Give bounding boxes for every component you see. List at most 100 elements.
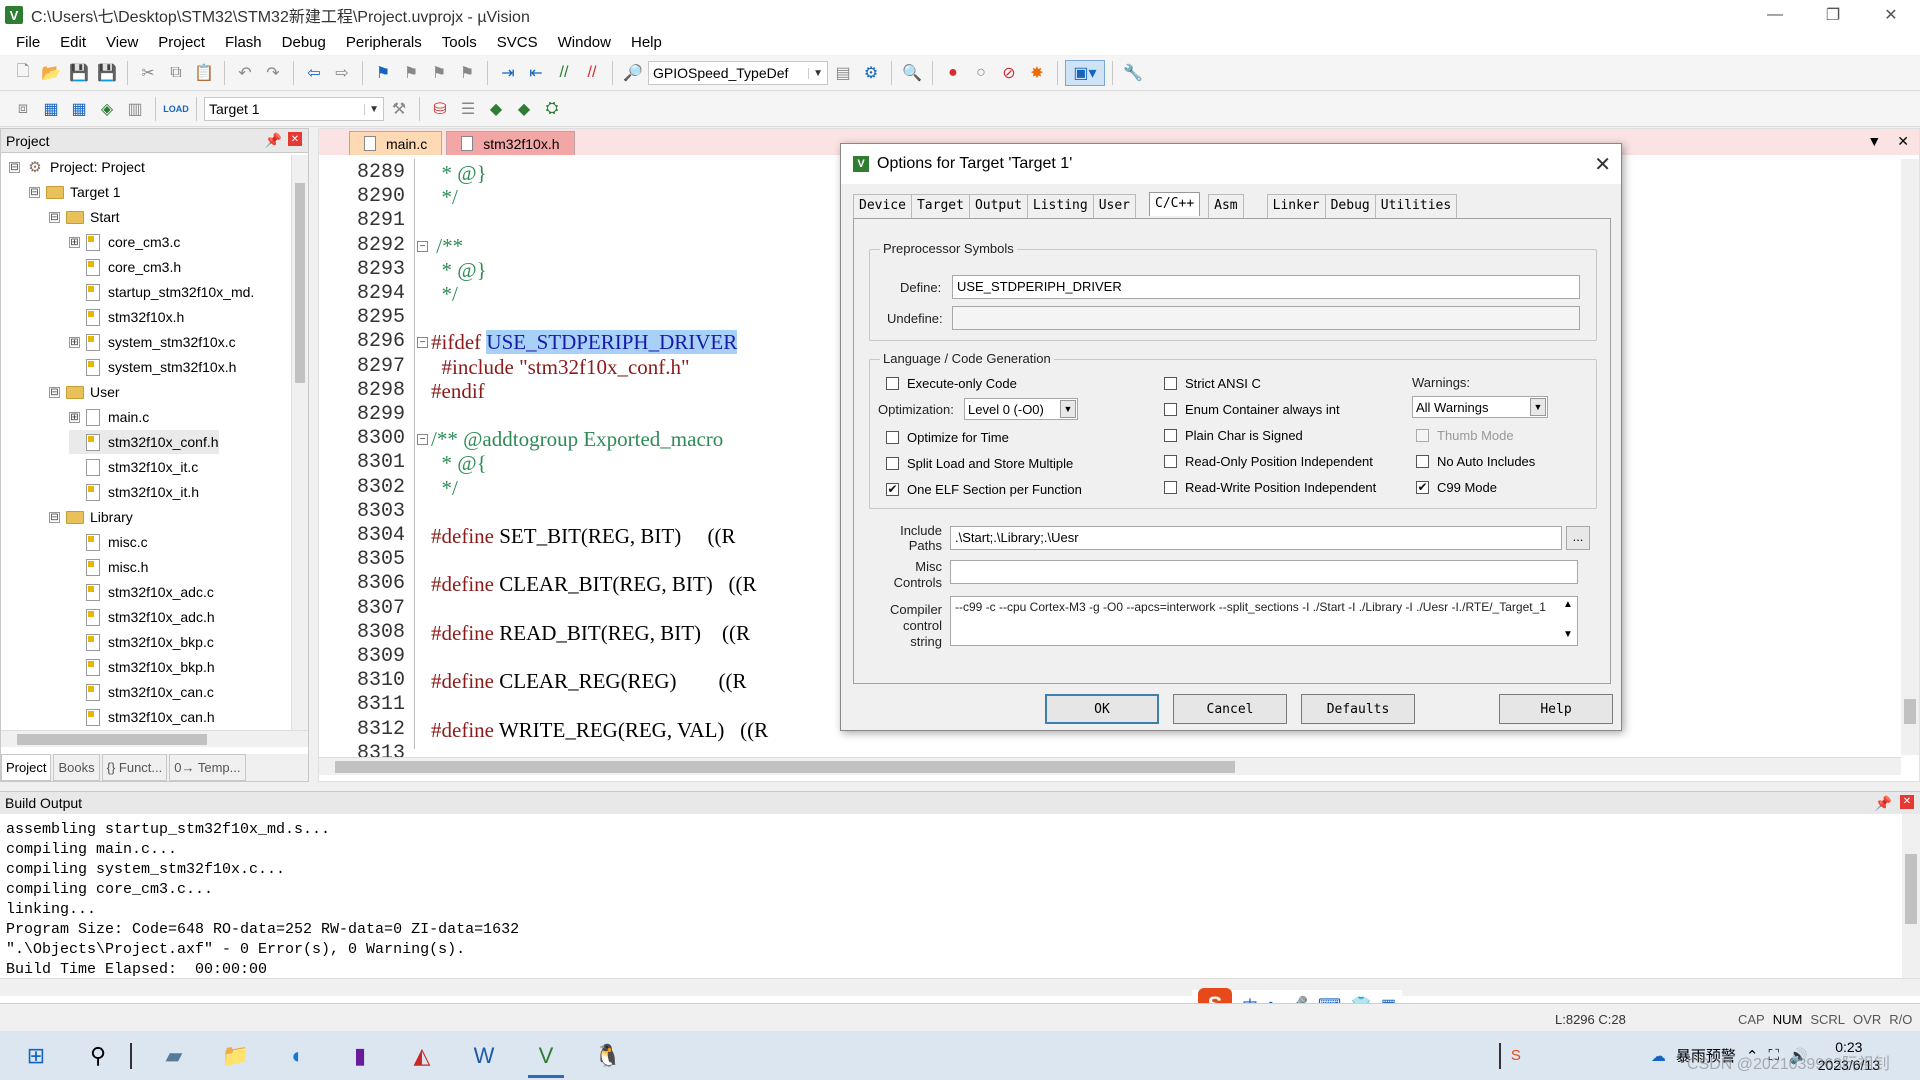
checkbox-strict-ansi[interactable]: Strict ANSI C bbox=[1164, 376, 1261, 391]
collapse-icon[interactable]: − bbox=[417, 240, 428, 252]
uvision-taskbar-icon[interactable]: V bbox=[520, 1033, 572, 1078]
enable-breakpoint-icon[interactable]: ○ bbox=[968, 60, 994, 86]
checkbox-split-load-store[interactable]: Split Load and Store Multiple bbox=[886, 456, 1073, 471]
close-window-button[interactable]: ✕ bbox=[1862, 0, 1920, 30]
tab-device[interactable]: Device bbox=[853, 194, 912, 218]
checkbox-box[interactable] bbox=[886, 377, 899, 390]
undo-icon[interactable]: ↶ bbox=[232, 60, 258, 86]
tree-item[interactable]: stm32f10x_bkp.c bbox=[69, 630, 214, 654]
expand-icon[interactable]: ⊞ bbox=[69, 336, 80, 348]
menu-project[interactable]: Project bbox=[148, 34, 215, 51]
tree-item[interactable]: stm32f10x.h bbox=[69, 305, 184, 329]
sogou-tray-icon[interactable]: S bbox=[1511, 1047, 1521, 1064]
file-explorer-icon[interactable]: 📁 bbox=[210, 1033, 262, 1078]
tree-item[interactable]: ⊟ ⚙ Project: Project bbox=[9, 155, 145, 179]
checkbox-optimize-time[interactable]: Optimize for Time bbox=[886, 430, 1009, 445]
scroll-up-icon[interactable]: ▲ bbox=[1563, 599, 1573, 610]
editor-horizontal-scrollbar[interactable] bbox=[319, 757, 1901, 775]
incremental-find-icon[interactable]: ▤ bbox=[830, 60, 856, 86]
target-select[interactable]: Target 1 ▼ bbox=[204, 97, 384, 121]
chevron-down-icon[interactable]: ▼ bbox=[364, 103, 379, 115]
cut-icon[interactable]: ✂ bbox=[135, 60, 161, 86]
code-line[interactable]: */ bbox=[431, 282, 458, 306]
scroll-down-icon[interactable]: ▼ bbox=[1563, 629, 1573, 640]
build-output-text[interactable]: assembling startup_stm32f10x_md.s... comp… bbox=[6, 820, 519, 980]
build-horizontal-scrollbar[interactable] bbox=[0, 978, 1920, 996]
tab-c-cpp[interactable]: C/C++ bbox=[1149, 192, 1201, 216]
code-line[interactable]: #define SET_BIT(REG, BIT) ((R bbox=[431, 524, 735, 548]
menu-debug[interactable]: Debug bbox=[272, 34, 336, 51]
close-panel-icon[interactable]: ✕ bbox=[1900, 794, 1914, 809]
menu-svcs[interactable]: SVCS bbox=[487, 34, 548, 51]
tree-item[interactable]: ⊞ main.c bbox=[69, 405, 149, 429]
checkbox-no-auto-includes[interactable]: No Auto Includes bbox=[1416, 454, 1535, 469]
checkbox-box[interactable] bbox=[1164, 455, 1177, 468]
uncomment-icon[interactable]: // bbox=[579, 60, 605, 86]
code-line[interactable]: * @} bbox=[431, 258, 487, 282]
menu-help[interactable]: Help bbox=[621, 34, 672, 51]
save-all-icon[interactable]: 💾 bbox=[94, 60, 120, 86]
tree-vertical-scrollbar[interactable] bbox=[291, 155, 308, 730]
tree-item[interactable]: misc.c bbox=[69, 530, 148, 554]
next-bookmark-icon[interactable]: ⚑ bbox=[426, 60, 452, 86]
tab-books[interactable]: Books bbox=[53, 754, 100, 781]
optimization-select[interactable]: Level 0 (-O0) ▼ bbox=[964, 398, 1078, 420]
collapse-icon[interactable]: ⊟ bbox=[9, 161, 20, 173]
new-file-icon[interactable]: 🗋 bbox=[10, 60, 36, 86]
unindent-icon[interactable]: ⇤ bbox=[523, 60, 549, 86]
code-line[interactable]: #include "stm32f10x_conf.h" bbox=[431, 355, 690, 379]
checkbox-c99-mode[interactable]: ✔ C99 Mode bbox=[1416, 480, 1497, 495]
pack-installer-icon[interactable]: ⛭ bbox=[539, 96, 565, 122]
tree-item[interactable]: stm32f10x_bkp.h bbox=[69, 655, 215, 679]
expand-icon[interactable]: ⊞ bbox=[69, 411, 80, 423]
code-line[interactable]: #define READ_BIT(REG, BIT) ((R bbox=[431, 621, 750, 645]
help-button[interactable]: Help bbox=[1499, 694, 1613, 724]
expand-icon[interactable]: ⊞ bbox=[69, 236, 80, 248]
run-time-environment-icon[interactable]: ◆ bbox=[511, 96, 537, 122]
prev-bookmark-icon[interactable]: ⚑ bbox=[398, 60, 424, 86]
chevron-down-icon[interactable]: ▼ bbox=[808, 67, 823, 79]
compiler-control-string[interactable]: --c99 -c --cpu Cortex-M3 -g -O0 --apcs=i… bbox=[950, 596, 1578, 646]
weather-icon[interactable]: ☁ bbox=[1651, 1047, 1666, 1065]
batch-build-icon[interactable]: ◈ bbox=[94, 96, 120, 122]
kill-breakpoints-icon[interactable]: ✸ bbox=[1024, 60, 1050, 86]
tab-listing[interactable]: Listing bbox=[1026, 194, 1094, 218]
tree-item[interactable]: stm32f10x_it.c bbox=[69, 455, 198, 479]
menu-file[interactable]: File bbox=[6, 34, 50, 51]
tab-target[interactable]: Target bbox=[910, 194, 970, 218]
checkbox-box[interactable] bbox=[1164, 429, 1177, 442]
code-line[interactable]: #define CLEAR_BIT(REG, BIT) ((R bbox=[431, 572, 756, 596]
chevron-down-icon[interactable]: ▼ bbox=[1060, 400, 1076, 418]
indent-icon[interactable]: ⇥ bbox=[495, 60, 521, 86]
defaults-button[interactable]: Defaults bbox=[1301, 694, 1415, 724]
cancel-button[interactable]: Cancel bbox=[1173, 694, 1287, 724]
tree-item[interactable]: ⊞ core_cm3.c bbox=[69, 230, 180, 254]
code-line[interactable]: #endif bbox=[431, 379, 485, 403]
stop-build-icon[interactable]: ▥ bbox=[122, 96, 148, 122]
include-browse-button[interactable]: ... bbox=[1566, 526, 1590, 550]
build-vertical-scrollbar[interactable] bbox=[1902, 814, 1920, 978]
checkbox-enum-container[interactable]: Enum Container always int bbox=[1164, 402, 1340, 417]
notepad-icon[interactable]: ▰ bbox=[148, 1033, 200, 1078]
tab-output[interactable]: Output bbox=[968, 194, 1028, 218]
menu-edit[interactable]: Edit bbox=[50, 34, 96, 51]
navigate-forward-icon[interactable]: ⇨ bbox=[329, 60, 355, 86]
tree-horizontal-scrollbar[interactable] bbox=[1, 730, 308, 747]
code-line[interactable]: #ifdef USE_STDPERIPH_DRIVER bbox=[431, 330, 738, 355]
search-icon[interactable]: ⚲ bbox=[72, 1033, 124, 1078]
menu-tools[interactable]: Tools bbox=[432, 34, 487, 51]
menu-peripherals[interactable]: Peripherals bbox=[336, 34, 432, 51]
tab-utilities[interactable]: Utilities bbox=[1374, 194, 1458, 218]
checkbox-thumb-mode[interactable]: Thumb Mode bbox=[1416, 428, 1514, 443]
close-panel-icon[interactable]: ✕ bbox=[288, 132, 302, 146]
chevron-down-icon[interactable]: ▼ bbox=[1530, 398, 1546, 416]
flymcu-icon[interactable]: ◭ bbox=[396, 1033, 448, 1078]
edge-browser-icon[interactable]: ◐ bbox=[272, 1033, 324, 1078]
tab-functions[interactable]: {} Funct... bbox=[101, 754, 168, 781]
select-pack-icon[interactable]: ◆ bbox=[483, 96, 509, 122]
checkbox-box[interactable] bbox=[886, 431, 899, 444]
code-line[interactable]: * @} bbox=[431, 161, 487, 185]
word-icon[interactable]: W bbox=[458, 1033, 510, 1078]
tree-item[interactable]: stm32f10x_adc.h bbox=[69, 605, 215, 629]
checkbox-rw-pi[interactable]: Read-Write Position Independent bbox=[1164, 480, 1376, 495]
